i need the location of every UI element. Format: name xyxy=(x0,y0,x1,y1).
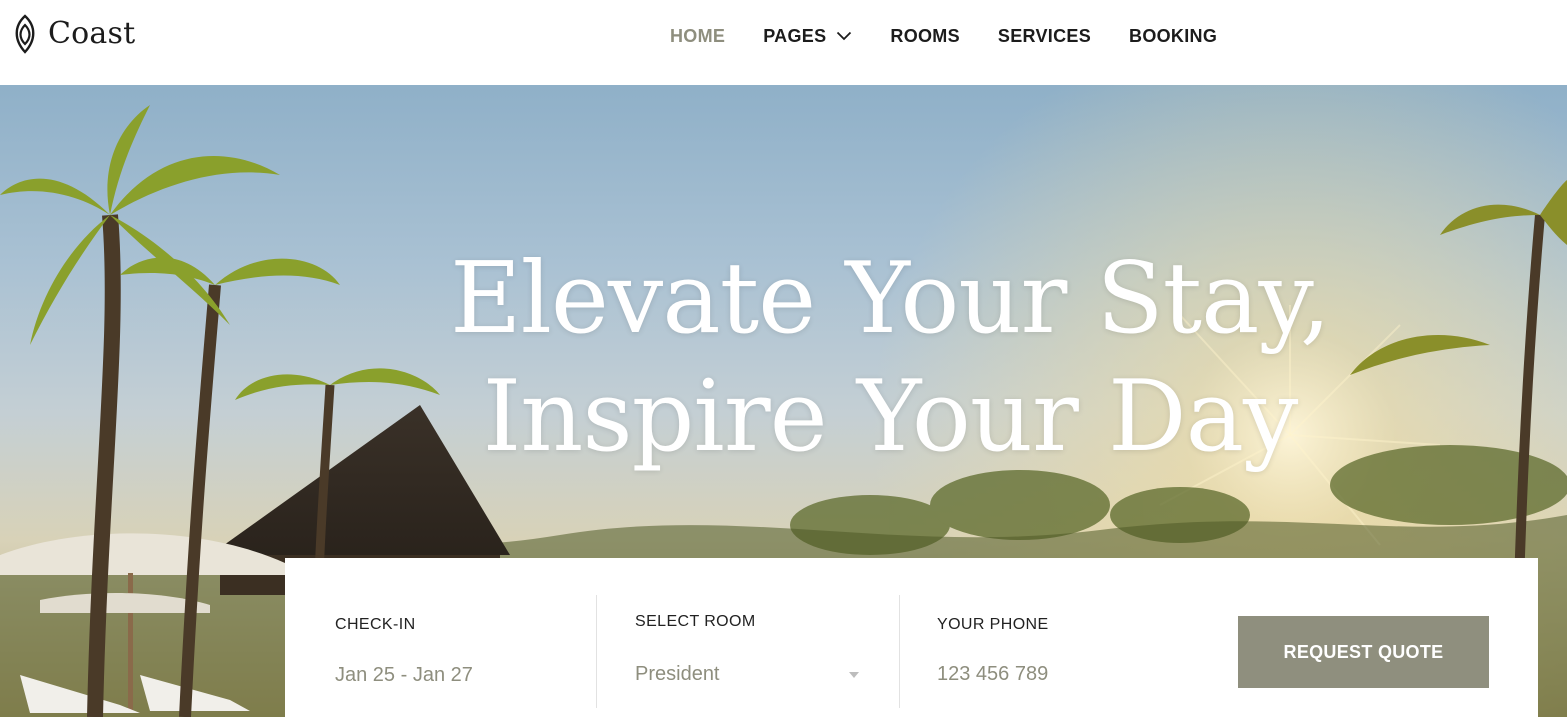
chevron-down-icon xyxy=(837,31,852,41)
nav-pages-label: PAGES xyxy=(763,26,827,46)
brand-name: Coast xyxy=(48,16,136,51)
phone-field: YOUR PHONE xyxy=(900,558,1200,717)
nav-home[interactable]: HOME xyxy=(670,24,725,48)
room-select[interactable]: SELECT ROOM President xyxy=(597,558,899,717)
nav-rooms[interactable]: ROOMS xyxy=(890,24,960,48)
nav-pages[interactable]: PAGES xyxy=(763,24,852,48)
hero-headline-line-2: Inspire Your Day xyxy=(482,360,1299,474)
nav-booking[interactable]: BOOKING xyxy=(1129,24,1217,48)
room-value[interactable]: President xyxy=(635,663,865,686)
nav-services[interactable]: SERVICES xyxy=(998,24,1091,48)
checkin-value[interactable]: Jan 25 - Jan 27 xyxy=(335,664,565,687)
hero-headline: Elevate Your Stay, Inspire Your Day xyxy=(320,240,1460,476)
nav-rooms-label: ROOMS xyxy=(890,26,960,46)
nav-services-label: SERVICES xyxy=(997,26,1092,46)
dropdown-caret-icon xyxy=(849,672,859,678)
main-nav: HOME PAGES ROOMS SERVICES BOOKING xyxy=(670,24,1217,48)
nav-home-label: HOME xyxy=(670,26,726,46)
request-quote-button[interactable]: REQUEST QUOTE xyxy=(1238,616,1489,688)
nav-booking-label: BOOKING xyxy=(1129,26,1218,46)
phone-input[interactable] xyxy=(937,663,1167,686)
phone-label: YOUR PHONE xyxy=(937,616,1049,633)
hero-headline-line-1: Elevate Your Stay, xyxy=(450,242,1331,356)
booking-form: CHECK-IN Jan 25 - Jan 27 SELECT ROOM Pre… xyxy=(285,558,1538,717)
room-label: SELECT ROOM xyxy=(635,613,756,630)
checkin-label: CHECK-IN xyxy=(335,616,416,633)
brand-logo[interactable]: Coast xyxy=(10,14,135,54)
site-header: Coast HOME PAGES ROOMS SERVICES BOOKING xyxy=(0,0,1567,85)
leaf-logo-icon xyxy=(15,14,35,54)
checkin-field[interactable]: CHECK-IN Jan 25 - Jan 27 xyxy=(285,558,596,717)
